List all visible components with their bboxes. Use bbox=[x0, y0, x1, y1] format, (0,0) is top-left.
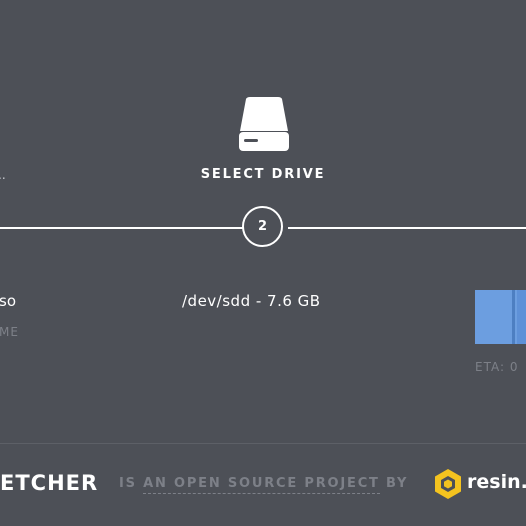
step-connector-right bbox=[288, 227, 526, 229]
tagline-suffix: BY bbox=[386, 476, 409, 491]
hard-drive-icon bbox=[236, 95, 292, 153]
flash-progress-button[interactable] bbox=[475, 290, 526, 344]
selected-drive-info[interactable]: /dev/sdd - 7.6 GB bbox=[182, 292, 321, 310]
flash-progress-fill bbox=[475, 290, 517, 344]
open-source-link[interactable]: AN OPEN SOURCE PROJECT bbox=[143, 476, 380, 494]
tagline-prefix: IS bbox=[119, 476, 137, 491]
step-number-badge: 2 bbox=[242, 206, 283, 247]
flash-eta: ETA: 0 bbox=[475, 360, 519, 374]
footer-divider bbox=[0, 443, 526, 444]
selected-image-subtitle: ME bbox=[0, 325, 19, 339]
etcher-window: .. SELECT DRIVE 2 so ME /dev/sdd - 7.6 G… bbox=[0, 0, 526, 526]
etcher-brand-logo[interactable]: ETCHER bbox=[0, 471, 98, 495]
select-drive-label[interactable]: SELECT DRIVE bbox=[0, 167, 526, 182]
footer-tagline: IS AN OPEN SOURCE PROJECT BY bbox=[119, 476, 409, 494]
progress-divider bbox=[512, 290, 515, 344]
resin-logo-icon[interactable] bbox=[433, 468, 463, 500]
resin-company-name[interactable]: resin.i bbox=[467, 471, 526, 493]
selected-image-name: so bbox=[0, 292, 16, 310]
step-connector-left bbox=[0, 227, 243, 229]
